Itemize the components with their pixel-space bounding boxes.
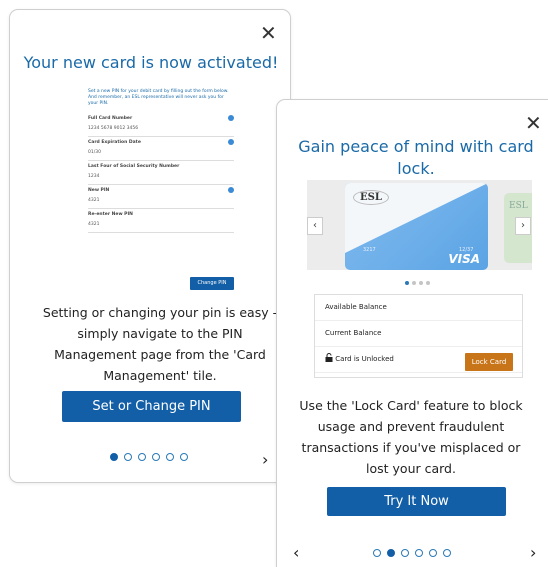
info-icon	[228, 139, 234, 145]
change-pin-button: Change PIN	[190, 277, 234, 290]
pin-form-preview: Set a new PIN for your debit card by fil…	[88, 89, 234, 290]
card-number: 3217	[363, 247, 376, 253]
card-carousel: ESL 3217 12/37 VISA ESL ‹ ›	[307, 180, 532, 270]
page-dot[interactable]	[152, 453, 160, 461]
page-dot[interactable]	[166, 453, 174, 461]
pin-activation-card: ✕ Your new card is now activated! Set a …	[9, 9, 291, 483]
field-label: Re-enter New PIN	[88, 212, 133, 217]
page-dot[interactable]	[387, 549, 395, 557]
field-reenter-pin: Re-enter New PIN 4321	[88, 209, 234, 233]
card-title: Your new card is now activated!	[23, 53, 279, 72]
page-dot[interactable]	[415, 549, 423, 557]
lock-card-button[interactable]: Lock Card	[465, 353, 513, 371]
carousel-dot[interactable]	[412, 281, 416, 285]
card-status-text: Card is Unlocked	[335, 355, 394, 363]
carousel-next-button[interactable]: ›	[515, 217, 531, 235]
carousel-dot[interactable]	[426, 281, 430, 285]
current-balance-label: Current Balance	[315, 321, 522, 347]
field-ssn-last-four: Last Four of Social Security Number 1234	[88, 161, 234, 185]
carousel-dot[interactable]	[405, 281, 409, 285]
page-dot[interactable]	[373, 549, 381, 557]
field-value: 1234	[88, 174, 100, 179]
available-balance-label: Available Balance	[315, 295, 522, 321]
card-lock-card: ✕ Gain peace of mind with card lock. ESL…	[276, 99, 548, 567]
chevron-left-icon[interactable]: ‹	[293, 543, 299, 562]
balance-panel: Available Balance Current Balance Card i…	[314, 294, 523, 378]
page-dot[interactable]	[138, 453, 146, 461]
card-description: Setting or changing your pin is easy - s…	[42, 305, 278, 383]
field-label: New PIN	[88, 188, 110, 193]
info-icon	[228, 115, 234, 121]
chevron-right-icon[interactable]: ›	[530, 543, 536, 562]
chevron-right-icon[interactable]: ›	[262, 450, 268, 469]
field-new-pin: New PIN 4321	[88, 185, 234, 209]
carousel-dots	[405, 281, 430, 285]
esl-logo: ESL	[509, 201, 528, 211]
page-dot[interactable]	[401, 549, 409, 557]
esl-logo: ESL	[353, 190, 389, 205]
card-description: Use the 'Lock Card' feature to block usa…	[299, 398, 523, 476]
card-title: Gain peace of mind with card lock.	[298, 137, 534, 178]
page-dot[interactable]	[429, 549, 437, 557]
carousel-dot[interactable]	[419, 281, 423, 285]
field-value: 4321	[88, 222, 100, 227]
field-value: 1234 5678 9012 3456	[88, 126, 139, 131]
field-full-card-number: Full Card Number 1234 5678 9012 3456	[88, 113, 234, 137]
field-label: Card Expiration Date	[88, 140, 141, 145]
try-it-now-button[interactable]: Try It Now	[327, 487, 506, 516]
carousel-prev-button[interactable]: ‹	[307, 217, 323, 235]
form-intro: Set a new PIN for your debit card by fil…	[88, 89, 229, 106]
visa-logo: VISA	[448, 252, 480, 266]
field-label: Last Four of Social Security Number	[88, 164, 180, 169]
field-value: 4321	[88, 198, 100, 203]
lock-icon	[325, 353, 333, 362]
pagination-dots	[373, 549, 451, 557]
field-value: 01/30	[88, 150, 101, 155]
page-dot[interactable]	[124, 453, 132, 461]
page-dot[interactable]	[110, 453, 118, 461]
page-dot[interactable]	[180, 453, 188, 461]
field-label: Full Card Number	[88, 116, 133, 121]
pagination-dots	[110, 453, 188, 461]
info-icon	[228, 187, 234, 193]
debit-card-image: ESL 3217 12/37 VISA	[345, 183, 488, 270]
set-or-change-pin-button[interactable]: Set or Change PIN	[62, 391, 241, 422]
close-icon[interactable]: ✕	[260, 23, 277, 43]
field-card-expiration: Card Expiration Date 01/30	[88, 137, 234, 161]
close-icon[interactable]: ✕	[525, 113, 542, 133]
page-dot[interactable]	[443, 549, 451, 557]
